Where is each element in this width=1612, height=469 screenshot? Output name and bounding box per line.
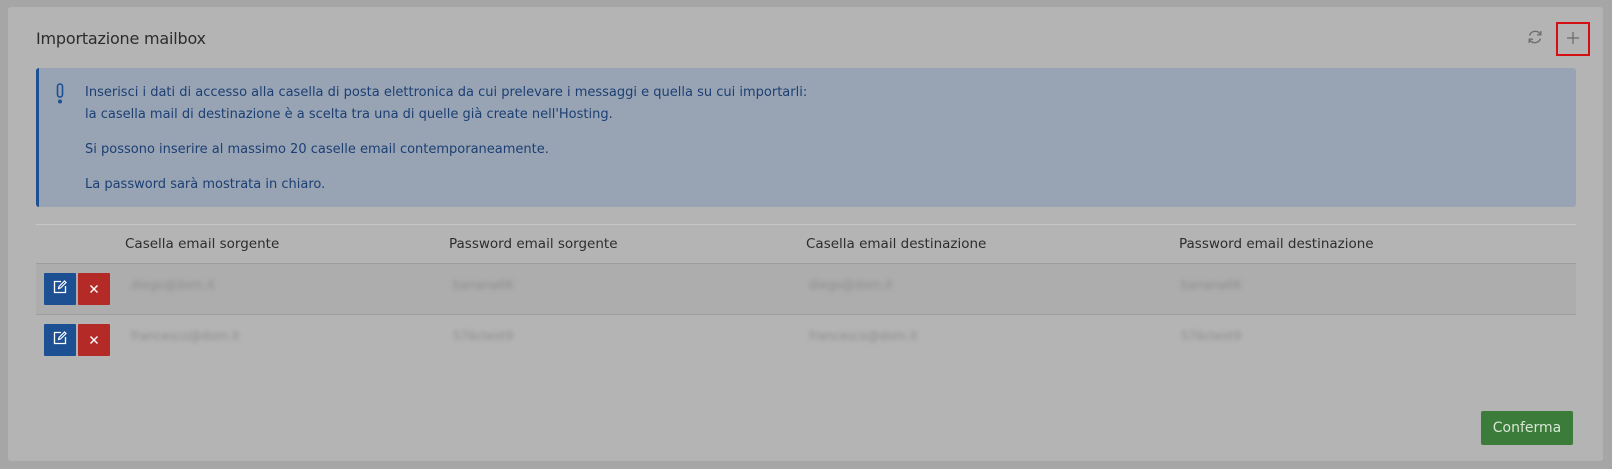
refresh-icon	[1526, 28, 1544, 50]
alert-line-1: Inserisci i dati di accesso alla casella…	[85, 85, 808, 100]
info-alert: Inserisci i dati di accesso alla casella…	[36, 68, 1576, 207]
alert-line-3: Si possono inserire al massimo 20 casell…	[85, 142, 549, 157]
alert-line-2: la casella mail di destinazione è a scel…	[85, 107, 613, 122]
edit-button[interactable]	[44, 324, 76, 356]
edit-button[interactable]	[44, 273, 76, 305]
mailbox-import-panel: Importazione mailbox Inserisci i dati di…	[8, 7, 1603, 461]
dest-email-cell: diego@dom.it	[809, 278, 893, 292]
dest-password-cell: 576ctest9	[1181, 329, 1242, 343]
column-header-dest-email: Casella email destinazione	[806, 236, 987, 252]
source-email-cell: francesco@dom.it	[131, 329, 240, 343]
table-header: Casella email sorgente Password email so…	[36, 224, 1576, 264]
edit-icon	[52, 330, 68, 350]
table-row: francesco@dom.it 576ctest9 francesco@dom…	[36, 315, 1576, 365]
plus-icon	[1566, 30, 1580, 49]
column-header-source-email: Casella email sorgente	[125, 236, 280, 252]
add-mailbox-button[interactable]	[1556, 22, 1590, 56]
close-icon	[88, 280, 100, 299]
edit-icon	[52, 279, 68, 299]
dest-password-cell: banana66	[1181, 278, 1242, 292]
dest-email-cell: francesco@dom.it	[809, 329, 918, 343]
source-password-cell: banana66	[453, 278, 514, 292]
refresh-button[interactable]	[1522, 26, 1548, 52]
alert-line-4: La password sarà mostrata in chiaro.	[85, 177, 326, 192]
column-header-dest-password: Password email destinazione	[1179, 236, 1374, 252]
table-row: diego@dom.it banana66 diego@dom.it banan…	[36, 264, 1576, 315]
alert-message: Inserisci i dati di accesso alla casella…	[85, 82, 807, 196]
close-icon	[88, 331, 100, 350]
confirm-button[interactable]: Conferma	[1481, 411, 1573, 445]
exclamation-icon	[55, 83, 65, 109]
source-email-cell: diego@dom.it	[131, 278, 215, 292]
delete-button[interactable]	[78, 273, 110, 305]
panel-title: Importazione mailbox	[36, 29, 206, 48]
mailbox-table: Casella email sorgente Password email so…	[36, 224, 1576, 365]
column-header-source-password: Password email sorgente	[449, 236, 618, 252]
source-password-cell: 576ctest9	[453, 329, 514, 343]
delete-button[interactable]	[78, 324, 110, 356]
